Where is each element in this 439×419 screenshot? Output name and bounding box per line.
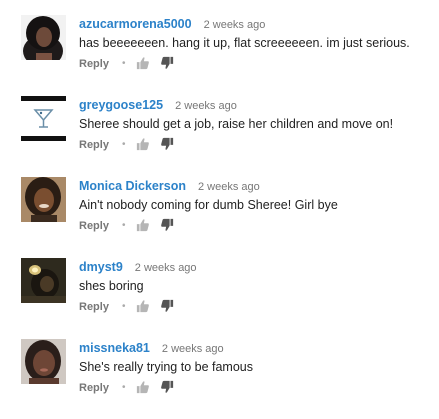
comment-item: dmyst9 2 weeks ago shes boring Reply • xyxy=(0,258,439,338)
thumbs-up-icon xyxy=(137,219,150,232)
dot-separator: • xyxy=(121,57,126,69)
comment-text: has beeeeeeen. hang it up, flat screeeee… xyxy=(79,36,410,50)
comment-author-link[interactable]: Monica Dickerson xyxy=(79,179,186,193)
comment-body: dmyst9 2 weeks ago shes boring Reply • xyxy=(79,258,435,315)
thumbs-up-icon xyxy=(137,300,150,313)
comment-actions: Reply • xyxy=(79,380,435,396)
comment-text: Sheree should get a job, raise her child… xyxy=(79,117,394,131)
comment-meta: greygoose125 2 weeks ago xyxy=(79,96,435,113)
comment-timestamp: 2 weeks ago xyxy=(175,100,237,112)
comment-item: missneka81 2 weeks ago She's really tryin… xyxy=(0,339,439,419)
dot-separator: • xyxy=(121,138,126,150)
comment-list: azucarmorena5000 2 weeks ago has beeeeeee… xyxy=(0,0,439,408)
reply-button[interactable]: Reply xyxy=(79,301,109,313)
dot-separator: • xyxy=(121,300,126,312)
like-button[interactable] xyxy=(136,56,152,72)
reply-button[interactable]: Reply xyxy=(79,139,109,151)
comment-timestamp: 2 weeks ago xyxy=(197,181,260,193)
like-button[interactable] xyxy=(136,218,152,234)
thumbs-down-icon xyxy=(161,218,174,231)
dislike-button[interactable] xyxy=(160,137,176,153)
avatar-image xyxy=(21,96,66,141)
avatar[interactable] xyxy=(21,177,66,222)
comment-item: Monica Dickerson 2 weeks ago Ain't nobody… xyxy=(0,177,439,257)
dislike-button[interactable] xyxy=(160,218,176,234)
comment-text: She's really trying to be famous xyxy=(79,360,253,374)
dislike-button[interactable] xyxy=(160,56,176,72)
comment-author-link[interactable]: greygoose125 xyxy=(79,98,163,112)
dot-separator: • xyxy=(121,381,126,393)
comment-item: greygoose125 2 weeks ago Sheree should ge… xyxy=(0,96,439,176)
comment-body: greygoose125 2 weeks ago Sheree should ge… xyxy=(79,96,435,153)
avatar-image xyxy=(21,15,66,60)
comment-actions: Reply • xyxy=(79,218,435,234)
comment-meta: missneka81 2 weeks ago xyxy=(79,339,435,356)
comment-actions: Reply • xyxy=(79,56,435,72)
comment-body: Monica Dickerson 2 weeks ago Ain't nobody… xyxy=(79,177,435,234)
thumbs-down-icon xyxy=(161,380,174,393)
avatar-image xyxy=(21,258,66,303)
comment-body: missneka81 2 weeks ago She's really tryin… xyxy=(79,339,435,396)
comment-timestamp: 2 weeks ago xyxy=(161,343,224,355)
avatar-image xyxy=(21,339,66,384)
comment-text: Ain't nobody coming for dumb Sheree! Gir… xyxy=(79,198,338,212)
avatar-image xyxy=(21,177,66,222)
comment-body: azucarmorena5000 2 weeks ago has beeeeeee… xyxy=(79,15,435,72)
dislike-button[interactable] xyxy=(160,380,176,396)
comment-timestamp: 2 weeks ago xyxy=(134,262,197,274)
thumbs-down-icon xyxy=(161,299,174,312)
reply-button[interactable]: Reply xyxy=(79,220,109,232)
reply-button[interactable]: Reply xyxy=(79,382,109,394)
comment-author-link[interactable]: dmyst9 xyxy=(79,260,123,274)
comment-text: shes boring xyxy=(79,279,144,293)
avatar[interactable] xyxy=(21,15,66,60)
comment-meta: Monica Dickerson 2 weeks ago xyxy=(79,177,435,194)
like-button[interactable] xyxy=(136,380,152,396)
avatar[interactable] xyxy=(21,258,66,303)
thumbs-up-icon xyxy=(137,57,150,70)
like-button[interactable] xyxy=(136,299,152,315)
comment-actions: Reply • xyxy=(79,299,435,315)
avatar[interactable] xyxy=(21,339,66,384)
comment-author-link[interactable]: missneka81 xyxy=(79,341,150,355)
comment-meta: dmyst9 2 weeks ago xyxy=(79,258,435,275)
comment-timestamp: 2 weeks ago xyxy=(203,19,266,31)
thumbs-down-icon xyxy=(161,137,174,150)
reply-button[interactable]: Reply xyxy=(79,58,109,70)
dislike-button[interactable] xyxy=(160,299,176,315)
comment-item: azucarmorena5000 2 weeks ago has beeeeeee… xyxy=(0,15,439,95)
comment-actions: Reply • xyxy=(79,137,435,153)
comment-author-link[interactable]: azucarmorena5000 xyxy=(79,17,192,31)
thumbs-down-icon xyxy=(161,56,174,69)
thumbs-up-icon xyxy=(137,381,150,394)
thumbs-up-icon xyxy=(137,138,150,151)
comment-meta: azucarmorena5000 2 weeks ago xyxy=(79,15,435,32)
like-button[interactable] xyxy=(136,137,152,153)
avatar[interactable] xyxy=(21,96,66,141)
dot-separator: • xyxy=(121,219,126,231)
